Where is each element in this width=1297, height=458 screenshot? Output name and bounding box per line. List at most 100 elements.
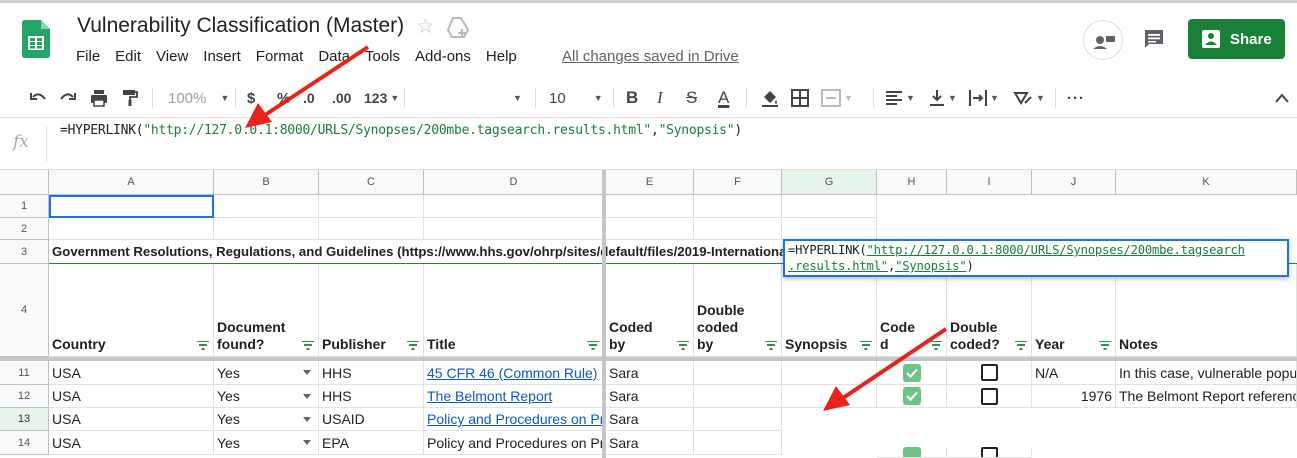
- cell-document-found[interactable]: Yes: [214, 408, 319, 431]
- cell-title[interactable]: 45 CFR 46 (Common Rule): [424, 361, 604, 385]
- redo-icon[interactable]: [58, 87, 78, 109]
- star-icon[interactable]: ☆: [416, 14, 435, 39]
- dropdown-caret-icon[interactable]: [303, 440, 311, 445]
- cell-coded[interactable]: [877, 385, 947, 408]
- cell[interactable]: [214, 195, 319, 218]
- checkbox-checked[interactable]: [902, 363, 921, 382]
- more-formats-select[interactable]: 123 ▼: [364, 87, 399, 109]
- cell-coded[interactable]: [877, 447, 947, 458]
- filter-icon[interactable]: [677, 341, 689, 350]
- dropdown-caret-icon[interactable]: [303, 370, 311, 375]
- cell-notes[interactable]: The Belmont Report references: [1116, 385, 1297, 408]
- vertical-align-icon[interactable]: ▼: [929, 87, 957, 109]
- frozen-row-divider[interactable]: [0, 357, 1297, 361]
- strikethrough-icon[interactable]: S: [686, 87, 697, 109]
- header-coded-by[interactable]: Coded by: [606, 264, 694, 357]
- cell[interactable]: [424, 195, 604, 218]
- cell-publisher[interactable]: HHS: [319, 385, 424, 408]
- cell-country[interactable]: USA: [49, 431, 214, 455]
- cell-document-found[interactable]: Yes: [214, 431, 319, 455]
- cell-year[interactable]: N/A: [1032, 361, 1116, 385]
- checkbox-unchecked[interactable]: [980, 447, 998, 457]
- save-status-link[interactable]: All changes saved in Drive: [562, 48, 739, 65]
- row-header-12[interactable]: 12: [0, 385, 49, 408]
- column-header-d[interactable]: D: [424, 170, 604, 195]
- column-header-i[interactable]: I: [947, 170, 1032, 195]
- title-link[interactable]: The Belmont Report: [427, 388, 552, 404]
- dropdown-caret-icon[interactable]: [303, 417, 311, 422]
- undo-icon[interactable]: [28, 87, 48, 109]
- filter-icon[interactable]: [587, 341, 599, 350]
- cell[interactable]: [49, 218, 214, 240]
- menu-view[interactable]: View: [156, 48, 195, 65]
- format-percent-button[interactable]: %: [277, 87, 290, 109]
- menu-format[interactable]: Format: [256, 48, 311, 65]
- header-synopsis[interactable]: Synopsis: [782, 264, 877, 357]
- menu-file[interactable]: File: [76, 48, 107, 65]
- text-wrapping-icon[interactable]: ▼: [969, 87, 999, 109]
- spreadsheet-grid[interactable]: A B C D E F G H I J K 1 2 3 4 11 12 13 1…: [0, 170, 1297, 458]
- cell-title[interactable]: Policy and Procedures on Protection: [424, 431, 604, 455]
- frozen-column-divider[interactable]: [602, 170, 606, 458]
- title-link[interactable]: 45 CFR 46 (Common Rule): [427, 365, 597, 381]
- column-header-e[interactable]: E: [606, 170, 694, 195]
- cell-double-coded-by[interactable]: [694, 408, 782, 431]
- cell-country[interactable]: USA: [49, 385, 214, 408]
- account-avatar-button[interactable]: [1083, 20, 1123, 60]
- comments-icon[interactable]: [1143, 28, 1165, 50]
- cell[interactable]: [782, 218, 877, 240]
- title-link[interactable]: Policy and Procedures on Protection: [427, 411, 603, 427]
- menu-tools[interactable]: Tools: [365, 48, 407, 65]
- menu-edit[interactable]: Edit: [115, 48, 148, 65]
- header-double-coded-by[interactable]: Double coded by: [694, 264, 782, 357]
- print-icon[interactable]: [89, 87, 109, 109]
- cell-formula-editor[interactable]: =HYPERLINK("http://127.0.0.1:8000/URLS/S…: [783, 239, 1289, 277]
- cell-document-found[interactable]: Yes: [214, 361, 319, 385]
- column-header-g[interactable]: G: [782, 170, 877, 195]
- header-year[interactable]: Year: [1032, 264, 1116, 357]
- cell-coded[interactable]: [877, 361, 947, 385]
- cell[interactable]: [319, 218, 424, 240]
- cell-double-coded[interactable]: [947, 361, 1032, 385]
- cell-title[interactable]: The Belmont Report: [424, 385, 604, 408]
- cell-double-coded[interactable]: [947, 447, 1032, 458]
- cell[interactable]: [606, 195, 694, 218]
- cell-double-coded[interactable]: [947, 385, 1032, 408]
- header-title[interactable]: Title: [424, 264, 604, 357]
- column-header-k[interactable]: K: [1116, 170, 1297, 195]
- cell-year[interactable]: 1976: [1032, 385, 1116, 408]
- format-currency-button[interactable]: $: [247, 87, 255, 109]
- borders-icon[interactable]: [791, 87, 809, 109]
- increase-decimals-button[interactable]: .00: [332, 87, 351, 109]
- menu-addons[interactable]: Add-ons: [415, 48, 478, 65]
- cell[interactable]: [424, 218, 604, 240]
- cell-coded-by[interactable]: Sara: [606, 385, 694, 408]
- horizontal-align-icon[interactable]: ▼: [885, 87, 915, 109]
- formula-input[interactable]: =HYPERLINK("http://127.0.0.1:8000/URLS/S…: [60, 123, 742, 138]
- checkbox-unchecked[interactable]: [980, 387, 998, 405]
- header-country[interactable]: Country: [49, 264, 214, 357]
- cell[interactable]: [694, 195, 782, 218]
- filter-icon[interactable]: [1015, 341, 1027, 350]
- row-header-13[interactable]: 13: [0, 408, 49, 431]
- zoom-select[interactable]: 100% ▼: [168, 87, 229, 109]
- filter-icon[interactable]: [1099, 341, 1111, 350]
- cell-synopsis[interactable]: [782, 361, 877, 385]
- merge-cells-icon[interactable]: ▼: [821, 87, 853, 109]
- menu-data[interactable]: Data: [318, 48, 357, 65]
- cell-coded-by[interactable]: Sara: [606, 431, 694, 455]
- filter-icon[interactable]: [407, 341, 419, 350]
- column-header-j[interactable]: J: [1032, 170, 1116, 195]
- column-header-f[interactable]: F: [694, 170, 782, 195]
- cell-document-found[interactable]: Yes: [214, 385, 319, 408]
- cell-double-coded-by[interactable]: [694, 431, 782, 455]
- filter-icon[interactable]: [197, 341, 209, 350]
- cell-publisher[interactable]: EPA: [319, 431, 424, 455]
- filter-icon[interactable]: [860, 341, 872, 350]
- checkbox-checked[interactable]: [902, 447, 921, 457]
- column-header-b[interactable]: B: [214, 170, 319, 195]
- cell-publisher[interactable]: USAID: [319, 408, 424, 431]
- share-button[interactable]: Share: [1188, 19, 1285, 59]
- move-to-drive-icon[interactable]: [446, 17, 470, 39]
- text-color-icon[interactable]: A: [718, 87, 729, 109]
